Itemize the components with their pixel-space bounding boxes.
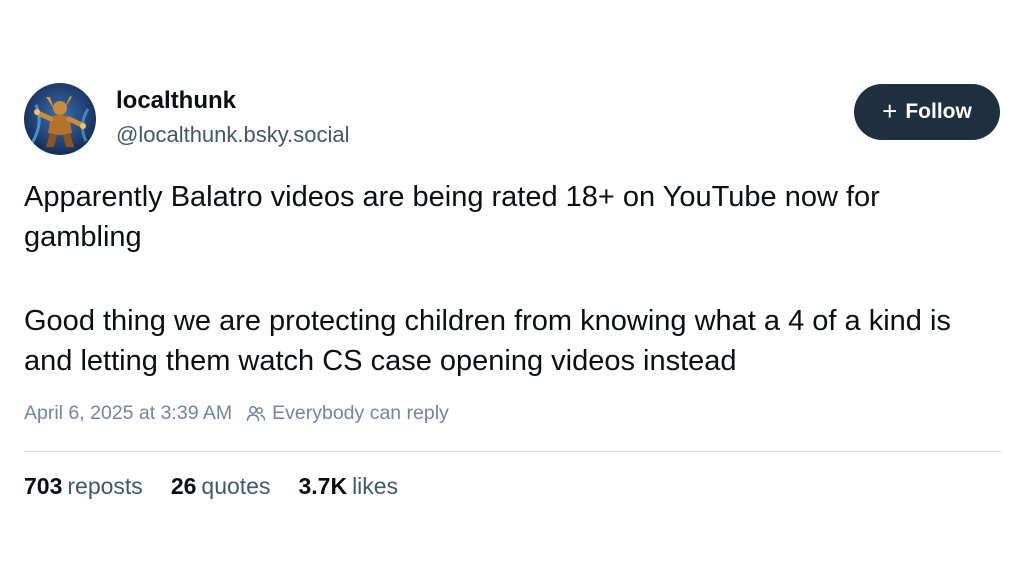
reposts-stat[interactable]: 703 reposts (24, 473, 143, 500)
quotes-stat[interactable]: 26 quotes (171, 473, 271, 500)
post-card: localthunk @localthunk.bsky.social + Fol… (0, 0, 1024, 576)
people-icon (246, 405, 266, 421)
reply-setting-label: Everybody can reply (272, 402, 449, 424)
handle[interactable]: @localthunk.bsky.social (116, 122, 349, 148)
likes-label: likes (352, 473, 399, 499)
reply-setting: Everybody can reply (246, 402, 449, 425)
display-name[interactable]: localthunk (116, 87, 236, 115)
engagement-stats: 703 reposts 26 quotes 3.7K likes (24, 473, 426, 500)
post-meta: April 6, 2025 at 3:39 AM Everybody can r… (24, 402, 449, 425)
avatar[interactable] (24, 83, 96, 155)
post-paragraph: Good thing we are protecting children fr… (24, 305, 951, 377)
divider (24, 451, 1001, 452)
post-paragraph: Apparently Balatro videos are being rate… (24, 181, 880, 253)
jester-avatar-icon (24, 83, 96, 155)
likes-count: 3.7K (298, 473, 348, 499)
likes-stat[interactable]: 3.7K likes (298, 473, 398, 500)
plus-icon: + (882, 96, 898, 126)
follow-button[interactable]: + Follow (854, 84, 1000, 140)
quotes-count: 26 (170, 473, 197, 499)
post-text: Apparently Balatro videos are being rate… (24, 177, 1004, 381)
reposts-count: 703 (24, 473, 63, 499)
follow-label: Follow (905, 100, 972, 123)
timestamp[interactable]: April 6, 2025 at 3:39 AM (24, 402, 232, 425)
quotes-label: quotes (201, 473, 271, 499)
reposts-label: reposts (67, 473, 143, 499)
